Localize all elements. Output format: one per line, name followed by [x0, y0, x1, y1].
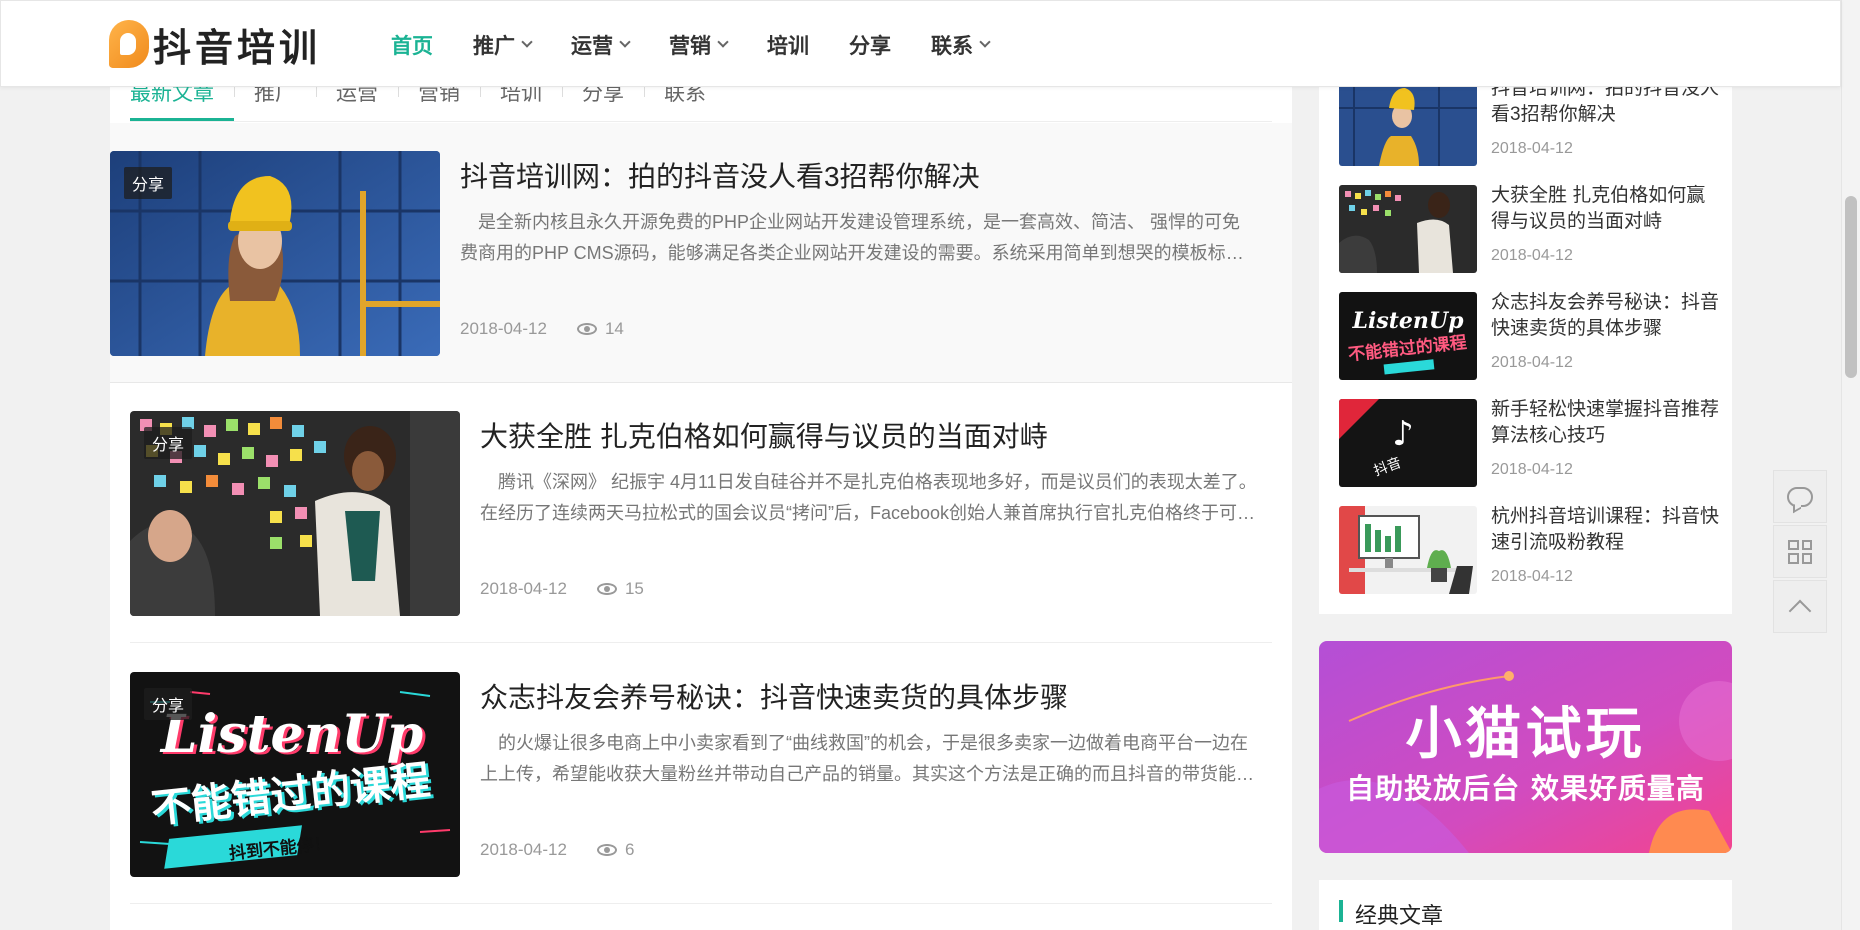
article-item[interactable]: 分享 抖音培训网：拍的抖音没人看3招帮你解决 是全新内核且永久开源免费的PHP企… — [110, 123, 1292, 383]
logo-text: 抖音培训 — [153, 25, 322, 70]
chat-icon — [1787, 486, 1813, 507]
article-date: 2018-04-12 — [480, 840, 567, 859]
section-title: 经典文章 — [1355, 903, 1444, 928]
nav-item-operation[interactable]: 运营 — [571, 30, 631, 60]
svg-text:♪: ♪ — [1392, 414, 1414, 454]
office-desk-image — [1339, 506, 1477, 594]
scrollbar-thumb[interactable] — [1845, 196, 1857, 378]
category-badge: 分享 — [124, 167, 173, 199]
article-thumbnail[interactable]: 分享 — [110, 151, 440, 356]
nav-item-marketing[interactable]: 营销 — [669, 30, 729, 60]
article-thumbnail[interactable]: 分享 — [130, 411, 460, 616]
eye-icon — [576, 323, 597, 335]
nav-label: 推广 — [473, 34, 515, 58]
chevron-down-icon — [619, 35, 631, 48]
sidebar-thumbnail[interactable] — [1339, 506, 1477, 594]
article-thumbnail[interactable]: ListenUp ListenUp 不能错过的课程 不能错过的课程 抖到不能停！… — [130, 672, 460, 877]
qrcode-button[interactable] — [1773, 525, 1827, 578]
qrcode-icon — [1788, 539, 1812, 564]
sidebar-recent-list: 抖音培训网：拍的抖音没人看3招帮你解决 2018-04-12 大获全胜 扎克伯格… — [1319, 58, 1732, 614]
article-date: 2018-04-12 — [460, 319, 547, 338]
article-meta: 2018-04-12 15 — [480, 579, 644, 599]
sidebar-thumbnail[interactable]: ♪ 抖音 — [1339, 399, 1477, 487]
category-badge: 分享 — [144, 688, 193, 720]
article-item[interactable]: 分享 大获全胜 扎克伯格如何赢得与议员的当面对峙 腾讯《深网》 纪振宇 4月11… — [130, 383, 1272, 643]
logo-icon — [109, 20, 149, 68]
article-excerpt: 腾讯《深网》 纪振宇 4月11日发自硅谷并不是扎克伯格表现地多好，而是议员们的表… — [480, 472, 1257, 523]
article-title[interactable]: 大获全胜 扎克伯格如何赢得与议员的当面对峙 — [480, 415, 1048, 455]
eye-icon — [596, 583, 617, 595]
eye-icon — [596, 844, 617, 856]
svg-text:ListenUp: ListenUp — [1352, 308, 1465, 334]
sidebar-item-date: 2018-04-12 — [1491, 354, 1573, 371]
nav-item-contact[interactable]: 联系 — [931, 30, 991, 60]
chevron-up-icon — [1788, 599, 1812, 622]
sidebar-item-date: 2018-04-12 — [1491, 461, 1573, 478]
sidebar-item[interactable]: 杭州抖音培训课程：抖音快速引流吸粉教程 2018-04-12 — [1339, 506, 1719, 594]
sidebar-item[interactable]: 大获全胜 扎克伯格如何赢得与议员的当面对峙 2018-04-12 — [1339, 185, 1719, 273]
article-excerpt: 是全新内核且永久开源免费的PHP企业网站开发建设管理系统，是一套高效、简洁、 强… — [460, 212, 1244, 263]
nav-item-share[interactable]: 分享 — [849, 30, 891, 60]
article-date: 2018-04-12 — [480, 579, 567, 598]
article-title[interactable]: 众志抖友会养号秘诀：抖音快速卖货的具体步骤 — [480, 676, 1068, 716]
section-accent-bar — [1339, 900, 1343, 922]
article-meta: 2018-04-12 6 — [480, 840, 634, 860]
sidebar-item-title[interactable]: 新手轻松快速掌握抖音推荐算法核心技巧 — [1491, 397, 1719, 449]
listenup-course-image: ListenUp 不能错过的课程 — [1339, 292, 1477, 380]
svg-text:ListenUp: ListenUp — [159, 704, 423, 765]
sidebar-item[interactable]: ListenUp 不能错过的课程 众志抖友会养号秘诀：抖音快速卖货的具体步骤 2… — [1339, 292, 1719, 380]
sidebar-item-date: 2018-04-12 — [1491, 247, 1573, 264]
ad-banner[interactable]: 小猫试玩 自助投放后台 效果好质量高 — [1319, 641, 1732, 853]
nav-item-promotion[interactable]: 推广 — [473, 30, 533, 60]
article-views: 15 — [624, 579, 644, 598]
meeting-sticky-notes-image — [1339, 185, 1477, 273]
article-title[interactable]: 抖音培训网：拍的抖音没人看3招帮你解决 — [460, 155, 980, 195]
sidebar-item-date: 2018-04-12 — [1491, 140, 1573, 157]
nav-item-training[interactable]: 培训 — [767, 30, 809, 60]
chevron-down-icon — [717, 35, 729, 48]
chevron-down-icon — [521, 35, 533, 48]
woman-yellow-hat-image — [1339, 78, 1477, 166]
sidebar-item[interactable]: ♪ 抖音 新手轻松快速掌握抖音推荐算法核心技巧 2018-04-12 — [1339, 399, 1719, 487]
nav-item-home[interactable]: 首页 — [391, 30, 433, 60]
back-to-top-button[interactable] — [1773, 580, 1827, 633]
floating-toolbar — [1773, 470, 1827, 635]
category-badge: 分享 — [144, 427, 193, 459]
sidebar-thumbnail[interactable] — [1339, 78, 1477, 166]
site-logo[interactable]: 抖音培训 — [109, 19, 322, 70]
sidebar-item-title[interactable]: 众志抖友会养号秘诀：抖音快速卖货的具体步骤 — [1491, 290, 1719, 342]
nav-label: 联系 — [931, 34, 973, 58]
nav-label: 营销 — [669, 34, 711, 58]
sidebar-item-title[interactable]: 杭州抖音培训课程：抖音快速引流吸粉教程 — [1491, 504, 1719, 556]
nav-label: 运营 — [571, 34, 613, 58]
chat-button[interactable] — [1773, 470, 1827, 523]
ad-subtitle: 自助投放后台 效果好质量高 — [1346, 772, 1705, 805]
sidebar-thumbnail[interactable] — [1339, 185, 1477, 273]
nav-label: 首页 — [391, 34, 433, 58]
main-nav: 首页 推广 运营 营销 培训 分享 联系 — [391, 1, 1029, 88]
article-excerpt: 的火爆让很多电商上中小卖家看到了“曲线救国”的机会，于是很多卖家一边做着电商平台… — [480, 733, 1254, 784]
article-views: 14 — [604, 319, 624, 338]
site-header: 抖音培训 首页 推广 运营 营销 培训 分享 联系 — [0, 0, 1841, 87]
nav-label: 培训 — [767, 34, 809, 58]
sidebar-thumbnail[interactable]: ListenUp 不能错过的课程 — [1339, 292, 1477, 380]
article-list-panel: 最新文章 推广 运营 营销 培训 分享 联系 分享 抖音培训网：拍的抖音没人看3… — [110, 58, 1292, 930]
article-meta: 2018-04-12 14 — [460, 319, 624, 339]
sidebar-item[interactable]: 抖音培训网：拍的抖音没人看3招帮你解决 2018-04-12 — [1339, 78, 1719, 166]
page-scrollbar[interactable] — [1841, 0, 1860, 930]
chevron-down-icon — [979, 35, 991, 48]
classic-articles-panel: 经典文章 — [1319, 880, 1732, 930]
article-item[interactable]: ListenUp ListenUp 不能错过的课程 不能错过的课程 抖到不能停！… — [130, 644, 1272, 904]
ad-title: 小猫试玩 — [1405, 702, 1646, 767]
sidebar-item-title[interactable]: 大获全胜 扎克伯格如何赢得与议员的当面对峙 — [1491, 183, 1719, 235]
article-views: 6 — [624, 840, 635, 859]
nav-label: 分享 — [849, 34, 891, 58]
tiktok-logo-image: ♪ 抖音 — [1339, 399, 1477, 487]
sidebar-item-date: 2018-04-12 — [1491, 568, 1573, 585]
